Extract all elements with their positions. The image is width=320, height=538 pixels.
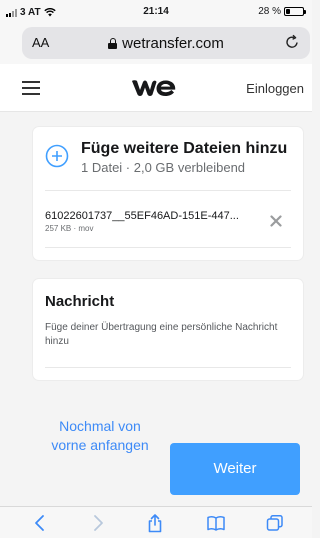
reload-icon[interactable] <box>284 34 300 50</box>
battery-percent: 28 % <box>258 6 281 17</box>
share-icon[interactable] <box>145 513 165 533</box>
browser-toolbar <box>0 506 312 538</box>
restart-button[interactable]: Nochmal von vorne anfangen <box>50 417 150 497</box>
wetransfer-logo[interactable] <box>131 76 177 100</box>
message-card: Nachricht Füge deiner Übertragung eine p… <box>33 279 303 380</box>
close-icon[interactable] <box>270 215 282 227</box>
lock-icon <box>108 38 118 49</box>
status-right: 28 % <box>258 6 306 17</box>
add-files-title[interactable]: Füge weitere Dateien hinzu <box>81 140 287 158</box>
site-header: Einloggen <box>0 64 312 112</box>
file-meta: 257 KB · mov <box>45 224 94 233</box>
files-card: Füge weitere Dateien hinzu 1 Datei · 2,0… <box>33 127 303 260</box>
url-display[interactable]: wetransfer.com <box>22 35 310 52</box>
divider <box>45 367 291 368</box>
address-bar[interactable]: AA wetransfer.com <box>22 27 310 59</box>
divider <box>45 247 291 248</box>
status-bar: 3 AT 21:14 28 % <box>0 0 312 24</box>
divider <box>45 190 291 191</box>
back-icon[interactable] <box>30 513 50 533</box>
add-files-subtitle: 1 Datei · 2,0 GB verbleibend <box>81 160 246 175</box>
battery-icon <box>284 7 306 16</box>
login-link[interactable]: Einloggen <box>246 81 304 96</box>
hamburger-menu-icon[interactable] <box>22 81 40 95</box>
browser-address-area: AA wetransfer.com <box>0 24 312 64</box>
bookmarks-icon[interactable] <box>206 513 226 533</box>
file-name: 61022601737__55EF46AD-151E-447... <box>45 210 239 222</box>
add-files-icon[interactable] <box>45 144 69 168</box>
message-title: Nachricht <box>45 293 115 310</box>
url-text: wetransfer.com <box>122 35 224 52</box>
next-button[interactable]: Weiter <box>170 443 300 495</box>
forward-icon[interactable] <box>88 513 108 533</box>
message-input[interactable]: Füge deiner Übertragung eine persönliche… <box>45 321 295 349</box>
tabs-icon[interactable] <box>265 513 285 533</box>
